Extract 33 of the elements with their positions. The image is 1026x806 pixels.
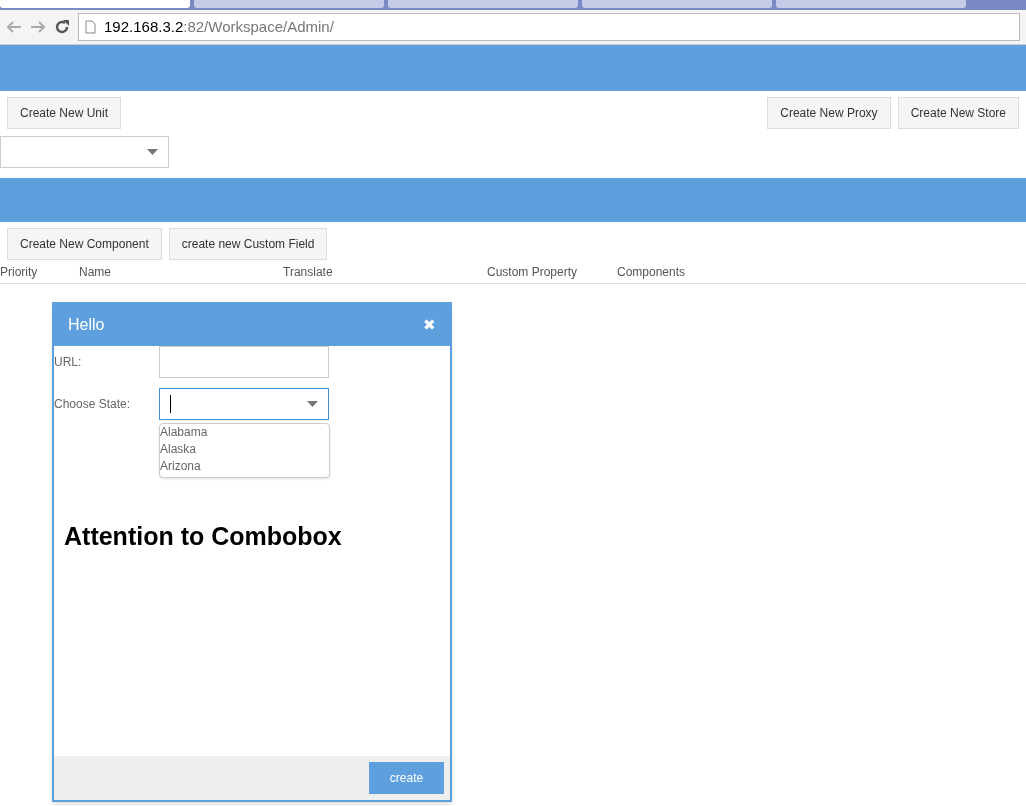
browser-tab[interactable] [0,0,190,8]
field-label: Choose State: [54,396,132,413]
column-header: Custom Property [487,263,579,281]
column-header: Translate [283,263,334,281]
dialog-title: Hello [68,315,105,335]
dropdown-option[interactable]: Alaska [160,441,329,458]
forward-icon[interactable] [30,21,46,33]
back-icon[interactable] [6,21,22,33]
browser-tab[interactable] [582,0,772,8]
reload-icon[interactable] [54,19,70,35]
address-bar[interactable]: 192.168.3.2:82/Workspace/Admin/ [78,13,1020,41]
caret-icon [307,401,318,407]
column-header: Name [79,263,112,281]
dialog-heading: Attention to Combobox [64,522,342,550]
caret-icon [147,149,158,155]
toolbar-button[interactable]: Create New Component [7,228,162,260]
browser-tab[interactable] [194,0,384,8]
state-combobox[interactable] [159,388,329,420]
toolbar-button[interactable]: create new Custom Field [168,228,328,260]
page-icon [85,20,96,34]
url-field[interactable] [159,346,329,378]
select-field[interactable] [0,136,169,168]
column-header: Components [617,263,687,281]
column-header: Priority [0,263,39,281]
browser-tab[interactable] [776,0,966,8]
browser-tab[interactable] [388,0,578,8]
toolbar-button[interactable]: Create New Proxy [767,97,891,129]
dropdown-option[interactable]: Arizona [160,458,329,475]
dropdown-option[interactable]: Alabama [160,424,329,441]
field-label: URL: [54,354,83,371]
toolbar-button[interactable]: Create New Store [897,97,1019,129]
toolbar-button[interactable]: Create New Unit [7,97,122,129]
url-text: 192.168.3.2:82/Workspace/Admin/ [104,16,334,37]
